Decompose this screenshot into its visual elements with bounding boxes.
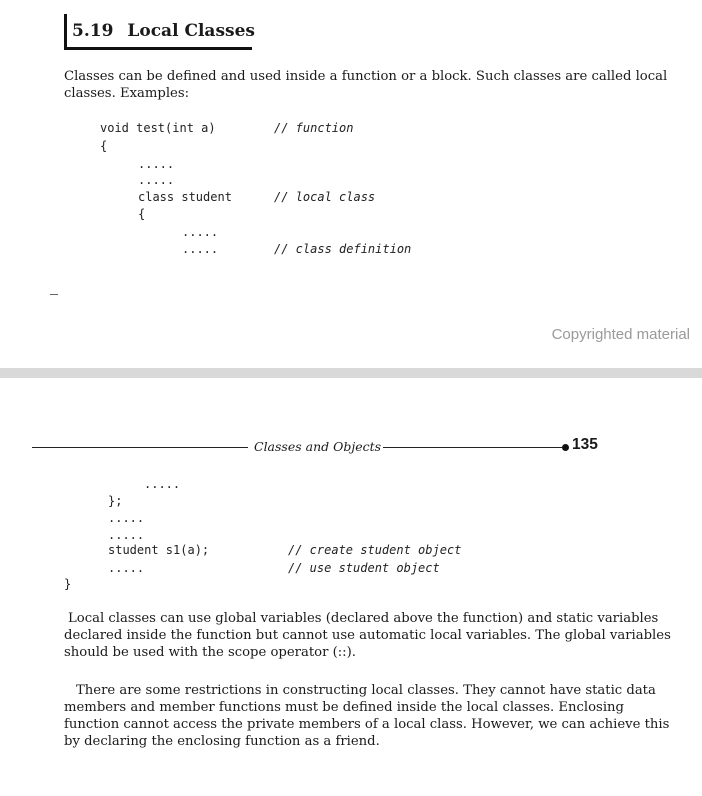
restrictions-paragraph: There are some restrictions in construct… <box>64 683 670 749</box>
code-line: ..... <box>108 561 145 575</box>
code-line: student s1(a); <box>108 543 210 557</box>
code-line: class student <box>138 190 232 204</box>
page-separator <box>0 368 702 378</box>
scan-mark <box>50 294 58 295</box>
heading-left-rule <box>64 14 67 48</box>
code-line: ..... <box>144 477 181 491</box>
page-number: 135 <box>572 436 598 453</box>
code-comment: // use student object <box>288 561 440 575</box>
book-page-bottom: Classes and Objects 135 ..... }; ..... .… <box>0 378 702 796</box>
code-comment: // local class <box>274 190 376 204</box>
intro-paragraph: Classes can be defined and used inside a… <box>64 69 668 101</box>
code-comment: // class definition <box>274 242 412 256</box>
code-line: { <box>100 139 108 153</box>
chapter-title: Classes and Objects <box>254 439 382 454</box>
copyright-notice: Copyrighted material <box>551 326 690 343</box>
code-line: } <box>64 577 72 591</box>
section-number: 5.19 <box>72 21 114 41</box>
code-line: ..... <box>108 511 145 525</box>
code-line: ..... <box>138 157 175 171</box>
header-rule-left <box>32 447 248 448</box>
code-comment: // create student object <box>288 543 462 557</box>
header-rule-right <box>383 447 565 448</box>
code-line: ..... <box>182 225 219 239</box>
code-line: ..... <box>182 242 219 256</box>
code-line: }; <box>108 494 123 508</box>
code-comment: // function <box>274 121 354 135</box>
code-line: ..... <box>138 173 175 187</box>
code-line: ..... <box>108 528 145 542</box>
globals-paragraph: Local classes can use global variables (… <box>64 611 671 660</box>
section-title: Local Classes <box>127 21 255 41</box>
book-page-top: 5.19 Local Classes Classes can be defined… <box>0 0 702 368</box>
code-line: void test(int a) <box>100 121 216 135</box>
bullet-icon <box>562 444 569 451</box>
heading-underline <box>64 47 252 50</box>
code-line: { <box>138 207 146 221</box>
